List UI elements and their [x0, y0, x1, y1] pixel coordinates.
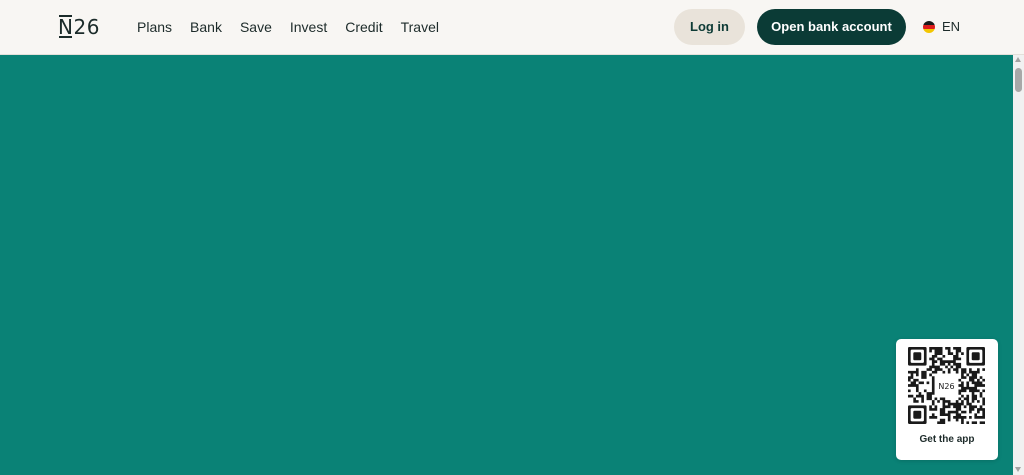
- nav-credit[interactable]: Credit: [345, 19, 382, 36]
- logo-mark: N: [58, 15, 74, 39]
- germany-flag-icon: [923, 21, 935, 33]
- nav-invest[interactable]: Invest: [290, 19, 327, 36]
- get-app-label: Get the app: [919, 434, 975, 445]
- nav-plans[interactable]: Plans: [137, 19, 172, 36]
- scroll-thumb[interactable]: [1015, 68, 1022, 92]
- scroll-up-arrow-icon[interactable]: [1015, 57, 1021, 62]
- get-app-card[interactable]: N26 Get the app: [896, 339, 998, 460]
- main-nav: Plans Bank Save Invest Credit Travel: [137, 19, 457, 36]
- open-bank-account-button[interactable]: Open bank account: [757, 9, 906, 45]
- n26-logo[interactable]: N26: [58, 15, 100, 39]
- language-selector[interactable]: EN: [923, 20, 960, 34]
- nav-bank[interactable]: Bank: [190, 19, 222, 36]
- qr-code-icon: N26: [908, 347, 985, 424]
- logo-digits: 26: [73, 15, 100, 39]
- nav-save[interactable]: Save: [240, 19, 272, 36]
- scroll-down-arrow-icon[interactable]: [1015, 467, 1021, 472]
- login-button[interactable]: Log in: [674, 9, 745, 45]
- page-scrollbar[interactable]: [1013, 55, 1024, 475]
- site-header: N26 Plans Bank Save Invest Credit Travel…: [0, 0, 1024, 55]
- language-label: EN: [942, 19, 961, 34]
- nav-travel[interactable]: Travel: [401, 19, 439, 36]
- qr-center-logo: N26: [938, 382, 954, 391]
